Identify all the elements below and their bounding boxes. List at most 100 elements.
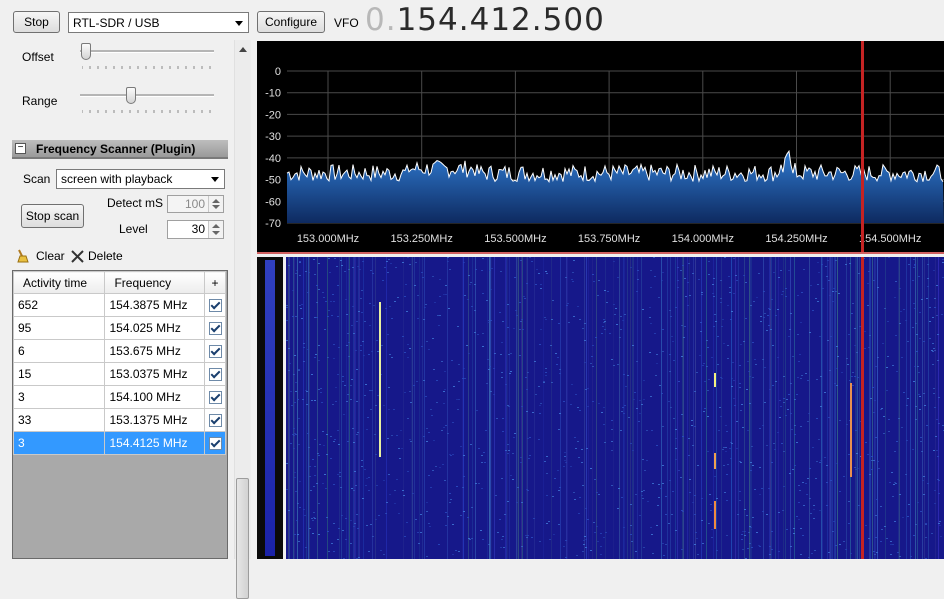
level-stepper[interactable]: 30 [167, 220, 224, 239]
table-row[interactable]: 95 154.025 MHz [12, 316, 226, 340]
x-tick-label: 153.500MHz [484, 233, 546, 245]
level-value: 30 [191, 222, 205, 236]
activity-time-cell: 3 [12, 431, 106, 455]
checkbox-icon[interactable] [208, 321, 222, 335]
y-tick-label: -40 [265, 153, 281, 165]
range-slider-track[interactable] [80, 94, 214, 97]
y-tick-label: -50 [265, 175, 281, 187]
clear-broom-icon [17, 249, 29, 263]
stop-button[interactable]: Stop [13, 11, 60, 33]
frequency-cell: 154.025 MHz [104, 316, 206, 340]
x-tick-label: 153.750MHz [578, 233, 640, 245]
chevron-down-icon [235, 20, 243, 26]
configure-button[interactable]: Configure [257, 11, 325, 33]
signal-trace [379, 302, 381, 457]
frequency-cell: 153.675 MHz [104, 339, 206, 363]
column-header-activity-time[interactable]: Activity time [12, 271, 106, 294]
waterfall-vfo-marker[interactable] [861, 257, 864, 559]
scanner-panel-title: Frequency Scanner (Plugin) [36, 142, 196, 156]
scan-mode-value: screen with playback [61, 172, 173, 186]
scan-label: Scan [23, 172, 51, 186]
offset-label: Offset [22, 50, 54, 64]
checkbox-icon[interactable] [208, 344, 222, 358]
checkbox-icon[interactable] [208, 298, 222, 312]
chevron-down-icon [211, 177, 219, 182]
table-row[interactable]: 652 154.3875 MHz [12, 293, 226, 317]
checkbox-icon[interactable] [208, 367, 222, 381]
detect-ms-value: 100 [184, 197, 205, 211]
checkbox-icon[interactable] [208, 413, 222, 427]
signal-trace [714, 373, 716, 387]
vfo-leading-digit: 0. [365, 2, 397, 38]
offset-slider-track[interactable] [80, 50, 214, 53]
level-spin-icon[interactable] [208, 221, 223, 238]
y-tick-label: -60 [265, 196, 281, 208]
scanner-panel-header[interactable]: − Frequency Scanner (Plugin) [12, 140, 228, 159]
collapse-icon[interactable]: − [15, 143, 26, 154]
frequency-cell: 154.100 MHz [104, 385, 206, 409]
signal-trace [714, 453, 716, 469]
delete-button[interactable]: Delete [71, 249, 123, 263]
vfo-frequency-display[interactable]: 0.154.412.500 [365, 2, 605, 38]
source-select[interactable]: RTL-SDR / USB [68, 12, 249, 33]
y-tick-label: -30 [265, 131, 281, 143]
vfo-marker[interactable] [861, 41, 864, 254]
frequency-cell: 153.0375 MHz [104, 362, 206, 386]
scroll-up-icon[interactable] [239, 47, 247, 52]
source-select-value: RTL-SDR / USB [73, 15, 160, 30]
level-label: Level [119, 222, 148, 236]
scan-mode-select[interactable]: screen with playback [56, 169, 225, 189]
enabled-cell[interactable] [204, 316, 226, 340]
checkbox-icon[interactable] [208, 436, 222, 450]
detect-ms-spin-icon[interactable] [208, 196, 223, 212]
clear-label: Clear [36, 249, 65, 263]
checkbox-icon[interactable] [208, 390, 222, 404]
column-header-enabled[interactable]: + [204, 271, 226, 294]
enabled-cell[interactable] [204, 362, 226, 386]
enabled-cell[interactable] [204, 408, 226, 432]
table-row[interactable]: 15 153.0375 MHz [12, 362, 226, 386]
x-tick-label: 153.250MHz [391, 233, 453, 245]
range-slider-thumb[interactable] [125, 87, 136, 104]
x-tick-label: 154.250MHz [765, 233, 827, 245]
results-table: Activity time Frequency + 652 154.3875 MH… [12, 271, 226, 455]
column-header-frequency[interactable]: Frequency [104, 271, 206, 294]
x-tick-label: 154.500MHz [859, 233, 921, 245]
detect-ms-label: Detect mS [107, 196, 164, 210]
table-header-row: Activity time Frequency + [12, 271, 226, 294]
table-row[interactable]: 6 153.675 MHz [12, 339, 226, 363]
activity-time-cell: 3 [12, 385, 106, 409]
frequency-cell: 153.1375 MHz [104, 408, 206, 432]
waterfall-color-bar [257, 257, 283, 559]
y-tick-label: -10 [265, 88, 281, 100]
activity-time-cell: 33 [12, 408, 106, 432]
table-row[interactable]: 3 154.100 MHz [12, 385, 226, 409]
left-panel-scrollbar[interactable] [234, 40, 251, 599]
y-tick-label: -20 [265, 109, 281, 121]
activity-time-cell: 6 [12, 339, 106, 363]
enabled-cell[interactable] [204, 431, 226, 455]
enabled-cell[interactable] [204, 385, 226, 409]
detect-ms-stepper[interactable]: 100 [167, 195, 224, 213]
y-tick-label: -70 [265, 218, 281, 230]
activity-time-cell: 95 [12, 316, 106, 340]
y-tick-label: 0 [275, 66, 281, 78]
table-row[interactable]: 33 153.1375 MHz [12, 408, 226, 432]
enabled-cell[interactable] [204, 339, 226, 363]
table-row[interactable]: 3 154.4125 MHz [12, 431, 226, 455]
offset-slider-ticks [82, 66, 211, 69]
enabled-cell[interactable] [204, 293, 226, 317]
spectrum-analyzer[interactable]: 0 -10 -20 -30 -40 -50 -60 -70 153.000MHz 153.250… [257, 41, 944, 254]
signal-trace [850, 383, 852, 477]
activity-time-cell: 652 [12, 293, 106, 317]
offset-slider-thumb[interactable] [80, 43, 91, 60]
frequency-cell: 154.3875 MHz [104, 293, 206, 317]
frequency-cell: 154.4125 MHz [104, 431, 206, 455]
stop-scan-button[interactable]: Stop scan [21, 204, 84, 228]
range-slider-ticks [82, 110, 211, 113]
scrollbar-thumb[interactable] [236, 478, 249, 599]
clear-button[interactable]: Clear [16, 249, 65, 263]
vfo-frequency-value: 154.412.500 [396, 2, 605, 38]
waterfall-display[interactable] [286, 257, 944, 559]
range-label: Range [22, 94, 58, 108]
